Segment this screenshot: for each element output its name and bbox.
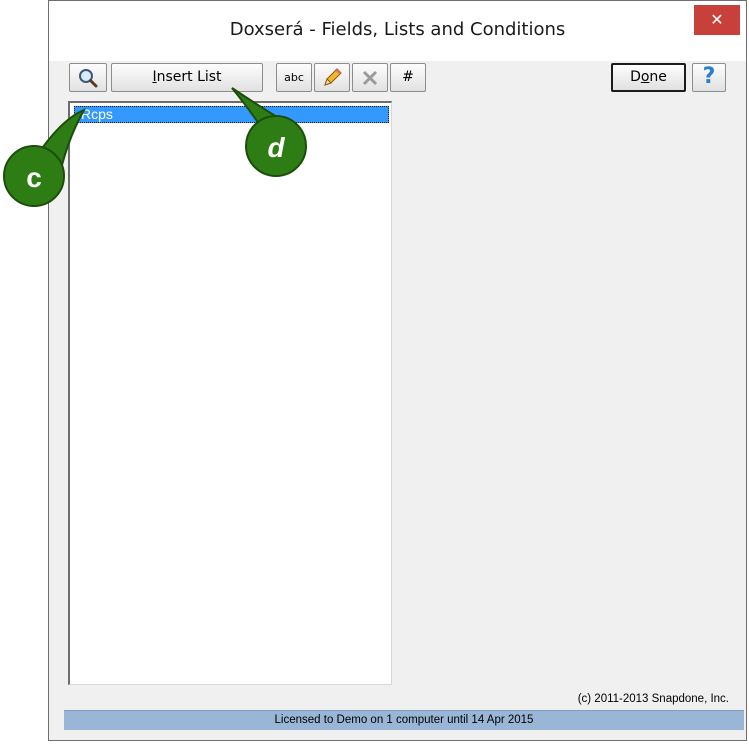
callout-d: d — [245, 115, 307, 177]
callout-c-pointer — [32, 87, 298, 167]
callout-c-label: c — [26, 162, 42, 193]
callout-d-label: d — [267, 132, 285, 163]
callout-c: c — [3, 145, 65, 207]
